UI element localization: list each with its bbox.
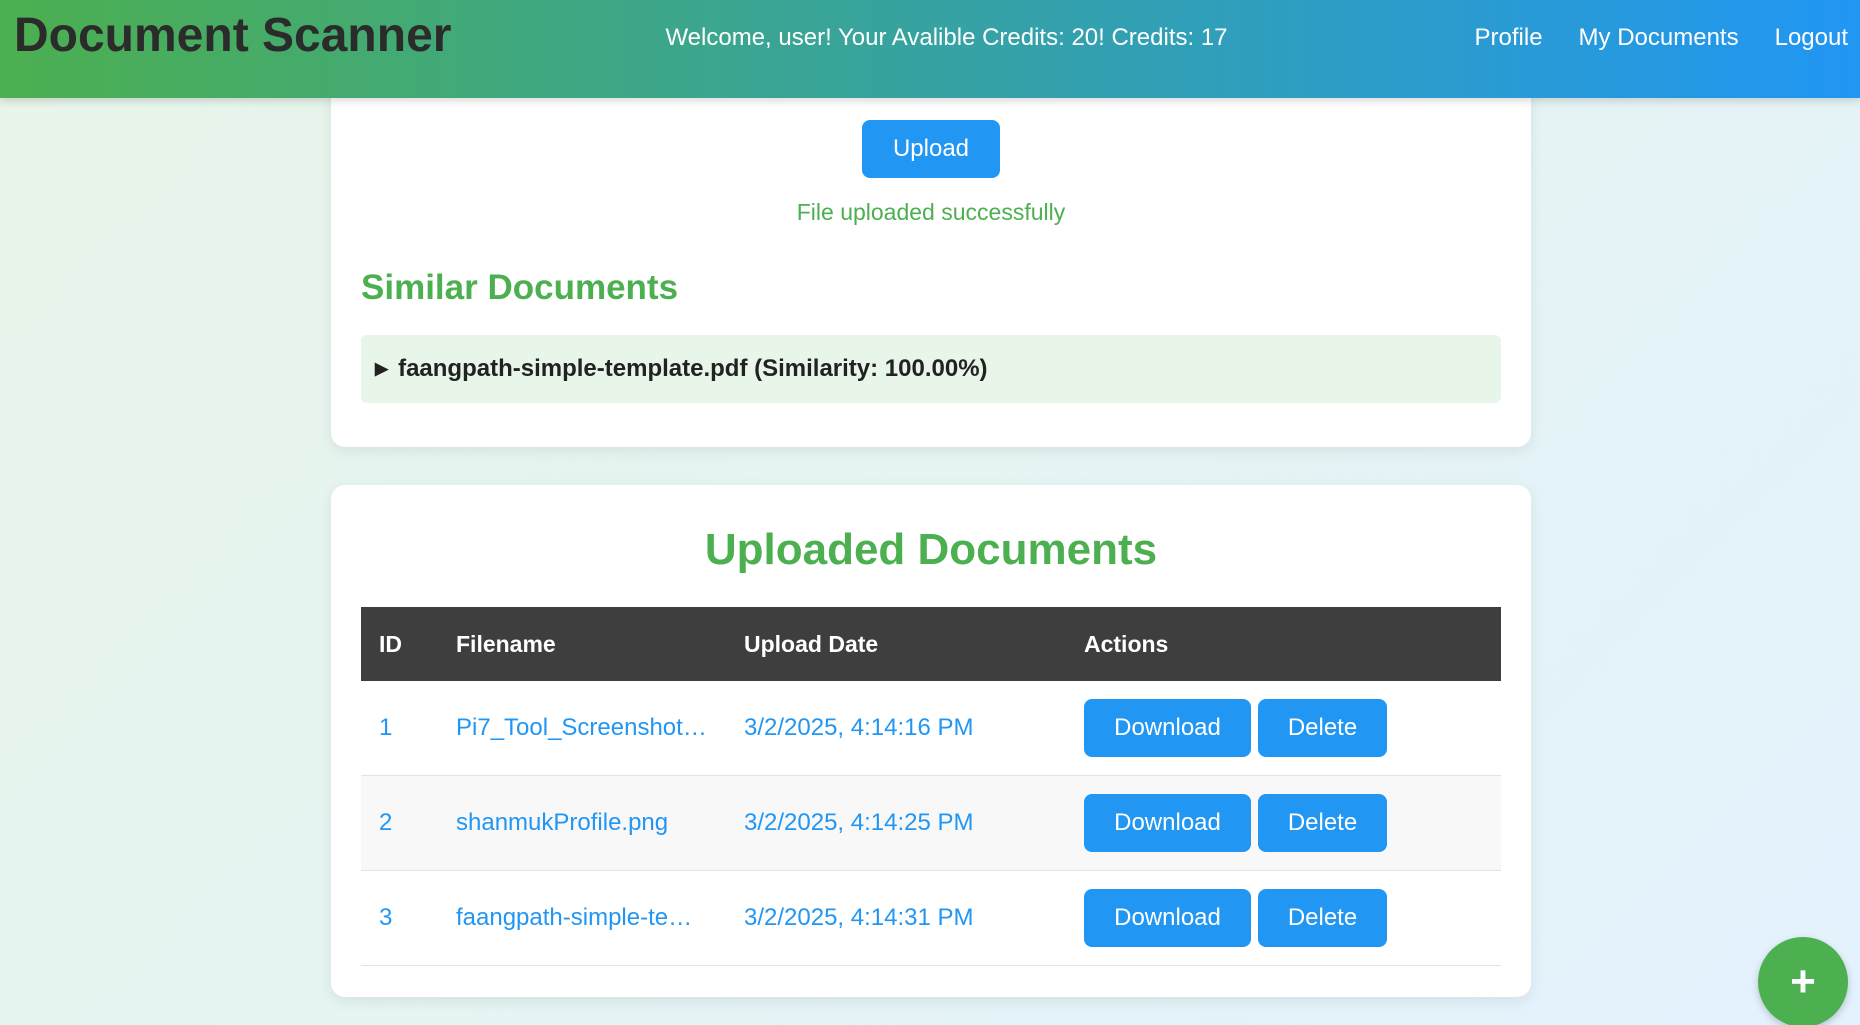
nav-my-documents-link[interactable]: My Documents — [1579, 24, 1739, 52]
delete-button[interactable]: Delete — [1258, 889, 1387, 947]
row-actions: Download Delete — [1084, 889, 1387, 947]
row-actions: Download Delete — [1084, 699, 1387, 757]
column-header-id: ID — [379, 630, 402, 657]
column-header-filename: Filename — [456, 630, 556, 657]
add-document-fab[interactable]: + — [1758, 937, 1848, 1025]
row-actions: Download Delete — [1084, 794, 1387, 852]
download-button[interactable]: Download — [1084, 889, 1251, 947]
column-header-actions: Actions — [1084, 630, 1169, 657]
upload-card: Upload File uploaded successfully Simila… — [331, 60, 1531, 447]
row-id: 1 — [379, 714, 393, 741]
table-row: 2 shanmukProfile.png 3/2/2025, 4:14:25 P… — [361, 776, 1501, 871]
row-filename: faangpath-simple-te… — [456, 904, 693, 931]
row-filename: Pi7_Tool_Screenshot… — [456, 714, 707, 741]
upload-status-message: File uploaded successfully — [796, 199, 1066, 225]
column-header-upload-date: Upload Date — [744, 630, 879, 657]
plus-icon: + — [1790, 957, 1816, 1006]
download-button[interactable]: Download — [1084, 699, 1251, 757]
row-upload-date: 3/2/2025, 4:14:25 PM — [744, 809, 974, 836]
top-navbar: Document Scanner Welcome, user! Your Ava… — [0, 0, 1860, 98]
row-upload-date: 3/2/2025, 4:14:16 PM — [744, 714, 974, 741]
table-row: 3 faangpath-simple-te… 3/2/2025, 4:14:31… — [361, 871, 1501, 966]
similar-document-label: faangpath-simple-template.pdf (Similarit… — [398, 355, 988, 382]
upload-button[interactable]: Upload — [862, 120, 1000, 178]
uploaded-documents-heading: Uploaded Documents — [704, 525, 1158, 574]
nav-links: Profile My Documents Logout — [1475, 24, 1848, 52]
row-filename: shanmukProfile.png — [456, 809, 669, 836]
download-button[interactable]: Download — [1084, 794, 1251, 852]
documents-table: ID Filename Upload Date Actions 1 Pi7_To… — [361, 607, 1501, 966]
similar-document-item[interactable]: ▶ faangpath-simple-template.pdf (Similar… — [361, 335, 1501, 403]
delete-button[interactable]: Delete — [1258, 699, 1387, 757]
similar-documents-heading: Similar Documents — [361, 268, 679, 307]
row-id: 3 — [379, 904, 393, 931]
uploaded-documents-card: Uploaded Documents ID Filename Upload Da… — [331, 485, 1531, 997]
delete-button[interactable]: Delete — [1258, 794, 1387, 852]
expand-triangle-icon: ▶ — [375, 359, 389, 378]
row-upload-date: 3/2/2025, 4:14:31 PM — [744, 904, 974, 931]
nav-profile-link[interactable]: Profile — [1475, 24, 1543, 52]
table-row: 1 Pi7_Tool_Screenshot… 3/2/2025, 4:14:16… — [361, 681, 1501, 776]
nav-logout-link[interactable]: Logout — [1775, 24, 1848, 52]
table-header: ID Filename Upload Date Actions — [361, 607, 1501, 681]
row-id: 2 — [379, 809, 393, 836]
